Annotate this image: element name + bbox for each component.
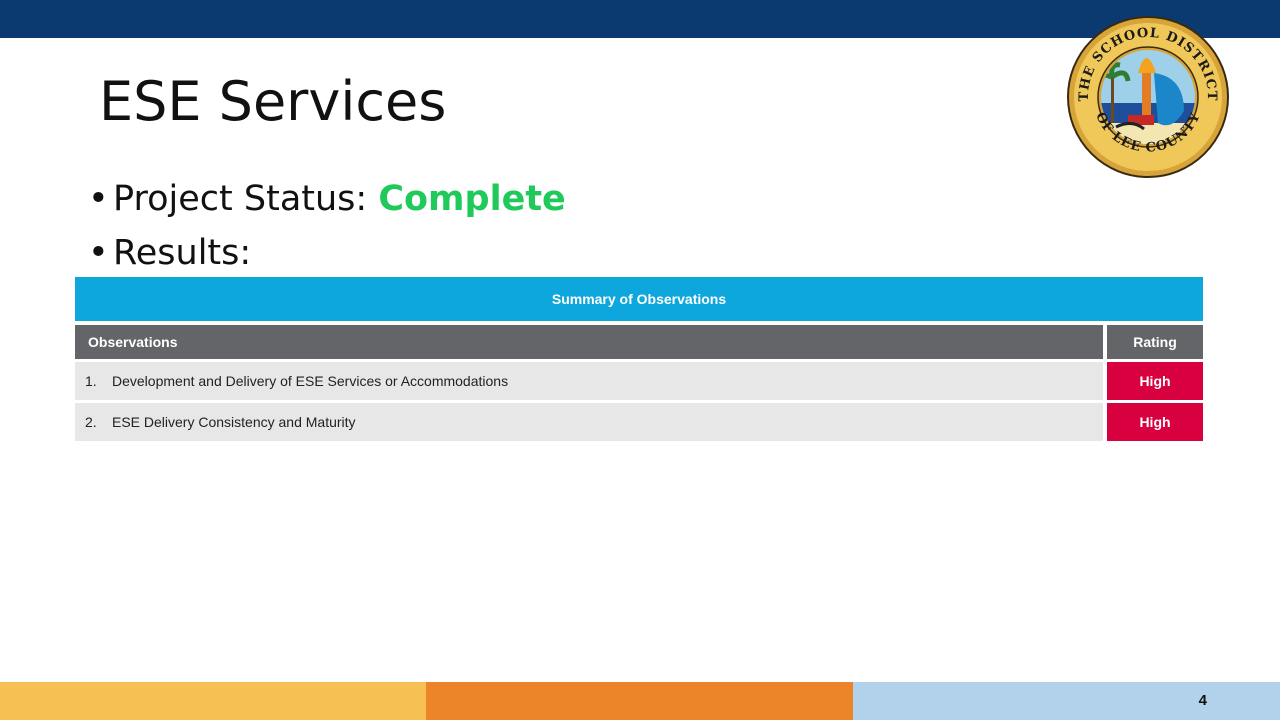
footer-segment-blue: 4 [853, 682, 1280, 720]
footer-bar: 4 [0, 682, 1280, 720]
project-status-value: Complete [378, 179, 566, 219]
rating-badge: High [1103, 400, 1203, 441]
footer-segment-yellow [0, 682, 426, 720]
table-title: Summary of Observations [75, 277, 1203, 321]
table-row: 1. Development and Delivery of ESE Servic… [75, 359, 1203, 400]
observation-number: 1. [85, 373, 97, 389]
results-label: Results: [113, 233, 252, 273]
column-header-observations: Observations [75, 325, 1103, 359]
bullet-dot-icon: • [88, 179, 109, 219]
page-number: 4 [1198, 692, 1207, 709]
observation-cell: 2. ESE Delivery Consistency and Maturity [75, 400, 1103, 441]
bullet-project-status: • Project Status: Complete [88, 174, 566, 228]
footer-segment-orange [426, 682, 853, 720]
rating-badge: High [1103, 359, 1203, 400]
observation-text: Development and Delivery of ESE Services… [112, 373, 509, 389]
slide: THE SCHOOL DISTRICT OF LEE COUNTY ESE Se… [0, 0, 1280, 720]
project-status-label: Project Status: [113, 179, 379, 219]
observation-text: ESE Delivery Consistency and Maturity [112, 414, 356, 430]
table-row: 2. ESE Delivery Consistency and Maturity … [75, 400, 1203, 441]
column-header-rating: Rating [1103, 325, 1203, 359]
slide-title: ESE Services [99, 70, 447, 133]
bullet-dot-icon: • [88, 233, 109, 273]
observations-table: Summary of Observations Observations Rat… [75, 277, 1203, 441]
school-district-seal-logo: THE SCHOOL DISTRICT OF LEE COUNTY [1067, 16, 1229, 178]
bullet-results: • Results: [88, 228, 566, 282]
bullet-list: • Project Status: Complete • Results: [88, 174, 566, 282]
observation-cell: 1. Development and Delivery of ESE Servic… [75, 359, 1103, 400]
observation-number: 2. [85, 414, 97, 430]
